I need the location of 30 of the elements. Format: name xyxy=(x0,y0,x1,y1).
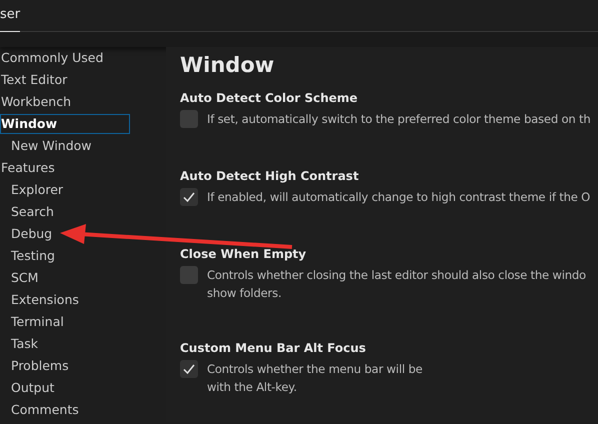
toc-item[interactable]: Extensions xyxy=(0,290,130,310)
setting-description: Controls whether the menu bar will be with the Alt-key. xyxy=(207,361,422,396)
toc-item[interactable]: Window xyxy=(0,114,130,134)
toc-item[interactable]: Problems xyxy=(0,356,130,376)
toc-item[interactable]: Text Editor xyxy=(0,70,130,90)
toc-item[interactable]: Testing xyxy=(0,246,130,266)
toc-item[interactable]: New Window xyxy=(0,136,130,156)
checkbox[interactable] xyxy=(180,110,198,128)
toc-item[interactable]: SCM xyxy=(0,268,130,288)
checkbox[interactable] xyxy=(180,266,198,284)
setting-title: Custom Menu Bar Alt Focus xyxy=(180,341,367,355)
checkbox[interactable] xyxy=(180,360,198,378)
setting-description: If set, automatically switch to the preferred color theme based on th xyxy=(207,111,590,128)
toc-item[interactable]: Workbench xyxy=(0,92,130,112)
checkbox[interactable] xyxy=(180,188,198,206)
toc-item[interactable]: Search xyxy=(0,202,130,222)
toc-item[interactable]: Debug xyxy=(0,224,130,244)
toc-item[interactable]: Task xyxy=(0,334,130,354)
toc-item[interactable]: Comments xyxy=(0,400,130,420)
setting-description: If enabled, will automatically change to high contrast theme if the O xyxy=(207,189,590,206)
setting-title: Auto Detect Color Scheme xyxy=(180,91,359,105)
toc-item[interactable]: Features xyxy=(0,158,130,178)
toc-item[interactable]: Commonly Used xyxy=(0,48,130,68)
setting-title: Auto Detect High Contrast xyxy=(180,169,360,183)
toc-item[interactable]: Terminal xyxy=(0,312,130,332)
section-title: Window xyxy=(180,53,276,77)
setting-description: Controls whether closing the last editor should also close the windo show folders. xyxy=(207,267,586,302)
toc-item[interactable]: Explorer xyxy=(0,180,130,200)
toc-item[interactable]: Output xyxy=(0,378,130,398)
setting-title: Close When Empty xyxy=(180,247,308,261)
